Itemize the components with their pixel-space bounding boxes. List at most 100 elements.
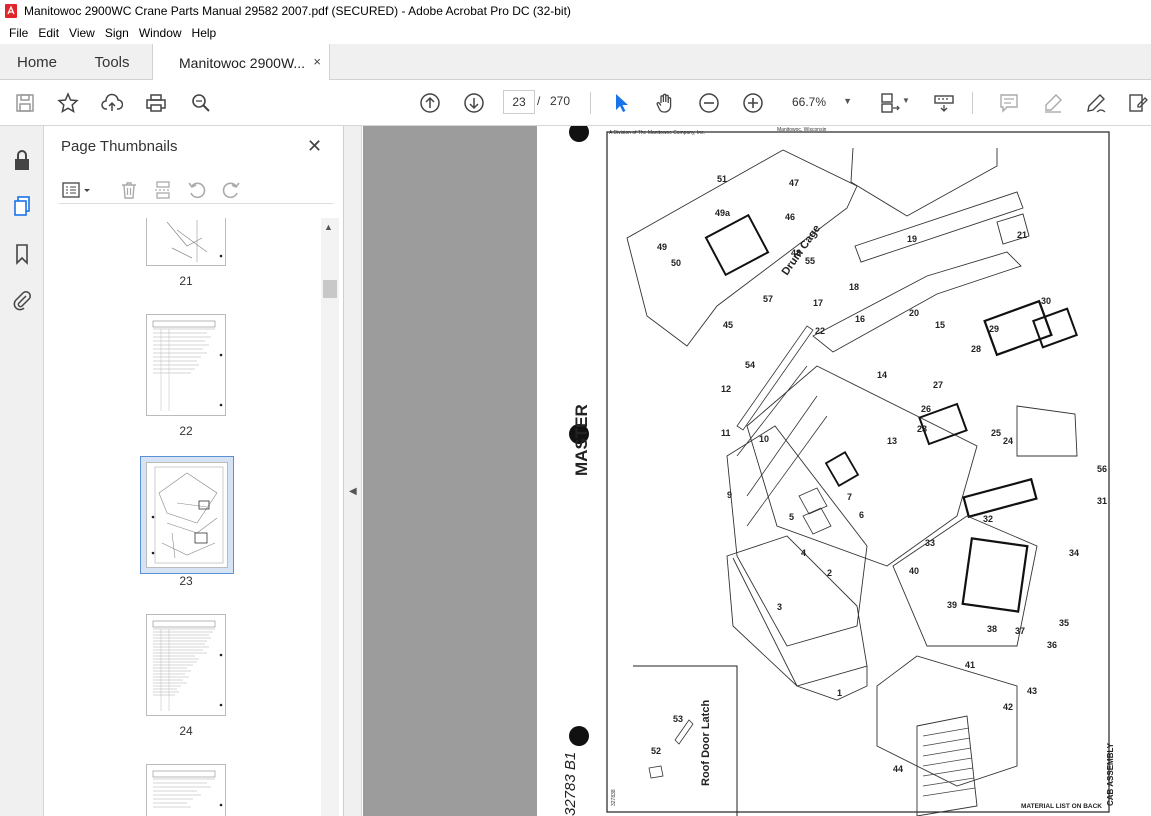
menu-sign[interactable]: Sign (100, 26, 134, 40)
menu-file[interactable]: File (4, 26, 33, 40)
rail-12 (736, 325, 814, 431)
minus-circle-icon (699, 93, 719, 113)
page-separator: / (537, 94, 541, 108)
previous-page-button[interactable] (417, 90, 443, 116)
thumbnail-options-button[interactable] (59, 178, 95, 202)
callout-48: 48 (791, 248, 801, 258)
arrow-down-circle-icon (464, 93, 484, 113)
plus-circle-icon (743, 93, 763, 113)
toolbar-divider (972, 92, 973, 114)
page-thumbnails-button[interactable] (10, 194, 34, 218)
callout-57: 57 (763, 294, 773, 304)
thumbnail-preview (152, 770, 223, 808)
scrollbar-thumb[interactable] (323, 280, 337, 298)
callout-14: 14 (877, 370, 887, 380)
callout-9: 9 (727, 490, 732, 500)
tab-home[interactable]: Home (0, 44, 74, 80)
callout-5: 5 (789, 512, 794, 522)
callout-29: 29 (989, 324, 999, 334)
page-number-input[interactable]: 23 (503, 90, 535, 114)
hand-icon (656, 93, 672, 113)
drawing-frame (606, 131, 1110, 813)
delete-page-button[interactable] (117, 178, 141, 202)
tab-close-button[interactable]: × (313, 54, 321, 69)
page-thumbnail-24[interactable] (146, 614, 226, 716)
callout-36: 36 (1047, 640, 1057, 650)
attachments-button[interactable] (10, 288, 34, 312)
master-stamp: MASTER (572, 404, 591, 476)
security-settings-button[interactable] (10, 148, 34, 172)
chevron-up-icon[interactable]: ▲ (324, 222, 333, 232)
fit-page-button[interactable] (876, 90, 902, 116)
window-frame (962, 477, 1038, 519)
tab-tools[interactable]: Tools (74, 44, 150, 80)
fill-sign-button[interactable] (1125, 90, 1151, 116)
callout-24: 24 (1003, 436, 1013, 446)
callout-18: 18 (849, 282, 859, 292)
pen-draw-icon (1087, 94, 1106, 113)
callout-33: 33 (925, 538, 935, 548)
collapse-panel-icon[interactable]: ◀ (349, 486, 357, 497)
page-thumbnail-23[interactable] (146, 462, 228, 568)
punch-hole (569, 126, 589, 142)
callout-52: 52 (651, 746, 661, 756)
page-thumbnail-25[interactable] (146, 764, 226, 816)
panel-splitter[interactable]: ◀ (344, 126, 362, 816)
edit-form-icon (1129, 94, 1148, 112)
zoom-in-button[interactable] (740, 90, 766, 116)
callout-40: 40 (909, 566, 919, 576)
search-button[interactable] (188, 90, 214, 116)
callout-11: 11 (721, 428, 731, 438)
page-thumbnail-22[interactable] (146, 314, 226, 416)
draw-button[interactable] (1083, 90, 1109, 116)
zoom-level-select[interactable]: 66.7% ▼ (784, 90, 858, 114)
callout-34: 34 (1069, 548, 1079, 558)
rotate-counterclockwise-button[interactable] (185, 178, 209, 202)
menu-view[interactable]: View (64, 26, 100, 40)
callout-42: 42 (1003, 702, 1013, 712)
callout-1: 1 (837, 688, 842, 698)
inset-border (633, 665, 738, 816)
document-page: A Division of The Manitowoc Company, Inc… (537, 126, 1151, 816)
bookmarks-button[interactable] (10, 242, 34, 266)
tab-document[interactable]: Manitowoc 2900W... × (152, 44, 330, 81)
floor-plate (726, 535, 868, 687)
callout-47: 47 (789, 178, 799, 188)
callout-51: 51 (717, 174, 727, 184)
print-button[interactable] (143, 90, 169, 116)
insert-page-button[interactable] (151, 178, 175, 202)
callout-50: 50 (671, 258, 681, 268)
callout-2: 2 (827, 568, 832, 578)
thumbnail-preview (151, 466, 224, 564)
thumbnail-preview (152, 320, 223, 411)
zoom-out-button[interactable] (696, 90, 722, 116)
insert-pages-icon (155, 181, 171, 199)
highlight-button[interactable] (1040, 90, 1066, 116)
callout-35: 35 (1059, 618, 1069, 628)
menu-help[interactable]: Help (187, 26, 222, 40)
menu-window[interactable]: Window (134, 26, 187, 40)
callout-44: 44 (893, 764, 903, 774)
select-tool-button[interactable] (608, 90, 634, 116)
lock-icon (15, 150, 29, 170)
acrobat-logo-icon (5, 4, 17, 18)
tab-document-label: Manitowoc 2900W... (179, 54, 306, 71)
punch-hole (569, 726, 589, 746)
chevron-down-icon[interactable]: ▼ (902, 96, 910, 105)
menu-edit[interactable]: Edit (33, 26, 64, 40)
callout-7: 7 (847, 492, 852, 502)
hand-tool-button[interactable] (652, 90, 678, 116)
upload-button[interactable] (99, 90, 125, 116)
header-left-text: A Division of The Manitowoc Company, Inc… (609, 130, 705, 136)
page-thumbnail-21[interactable] (146, 218, 226, 266)
comment-button[interactable] (996, 90, 1022, 116)
next-page-button[interactable] (461, 90, 487, 116)
keyboard-scroll-button[interactable] (931, 90, 957, 116)
bookmark-star-button[interactable] (55, 90, 81, 116)
panel-close-button[interactable]: ✕ (307, 136, 322, 157)
thumbnail-scrollbar[interactable]: ▲ (321, 218, 339, 816)
callout-56: 56 (1097, 464, 1107, 474)
save-button[interactable] (12, 90, 38, 116)
rotate-clockwise-button[interactable] (219, 178, 243, 202)
document-viewer[interactable]: A Division of The Manitowoc Company, Inc… (363, 126, 1151, 816)
